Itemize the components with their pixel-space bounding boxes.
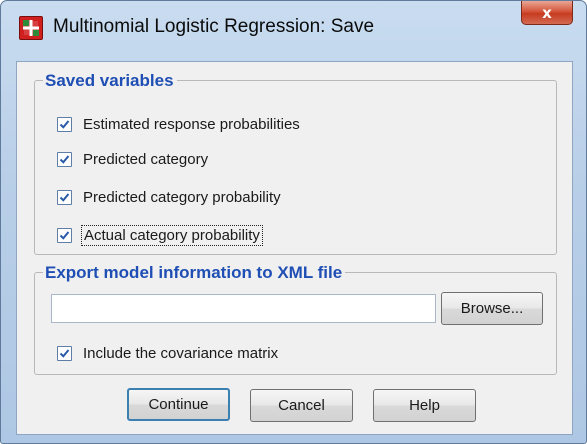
predicted-category-probability-checkbox[interactable]	[57, 190, 72, 205]
predicted-category-option[interactable]: Predicted category	[57, 150, 210, 169]
cancel-button-label: Cancel	[278, 397, 325, 414]
export-group-title: Export model information to XML file	[43, 263, 346, 283]
predicted-category-probability-label: Predicted category probability	[83, 189, 281, 206]
dialog-window: Multinomial Logistic Regression: Save x …	[0, 0, 587, 444]
checkmark-icon	[59, 120, 70, 129]
window-title: Multinomial Logistic Regression: Save	[53, 16, 375, 37]
title-bar[interactable]: Multinomial Logistic Regression: Save x	[1, 1, 586, 61]
predicted-category-label: Predicted category	[83, 151, 209, 168]
continue-button-label: Continue	[148, 396, 209, 413]
browse-button-label: Browse...	[460, 300, 524, 317]
dialog-body: Saved variables Estimated response proba…	[16, 61, 573, 435]
checkmark-icon	[59, 155, 70, 164]
include-covariance-checkbox[interactable]	[57, 346, 72, 361]
actual-category-probability-option[interactable]: Actual category probability	[57, 225, 263, 246]
checkmark-icon	[59, 231, 70, 240]
help-button[interactable]: Help	[373, 389, 476, 422]
spss-app-icon	[19, 16, 43, 40]
help-button-label: Help	[409, 397, 440, 414]
estimated-response-probabilities-checkbox[interactable]	[57, 117, 72, 132]
include-covariance-label: Include the covariance matrix	[83, 345, 279, 362]
checkmark-icon	[59, 193, 70, 202]
cancel-button[interactable]: Cancel	[250, 389, 353, 422]
include-covariance-option[interactable]: Include the covariance matrix	[57, 344, 280, 363]
predicted-category-checkbox[interactable]	[57, 152, 72, 167]
predicted-category-probability-option[interactable]: Predicted category probability	[57, 188, 283, 207]
actual-category-probability-label: Actual category probability	[81, 225, 263, 246]
estimated-response-probabilities-label: Estimated response probabilities	[83, 116, 300, 133]
actual-category-probability-checkbox[interactable]	[57, 228, 72, 243]
close-button[interactable]: x	[521, 1, 573, 25]
saved-variables-title: Saved variables	[43, 71, 177, 91]
checkmark-icon	[59, 349, 70, 358]
continue-button[interactable]: Continue	[127, 388, 230, 421]
close-icon: x	[542, 3, 552, 22]
estimated-response-probabilities-option[interactable]: Estimated response probabilities	[57, 115, 302, 134]
xml-file-path-input[interactable]	[51, 294, 436, 323]
browse-button[interactable]: Browse...	[441, 292, 543, 325]
